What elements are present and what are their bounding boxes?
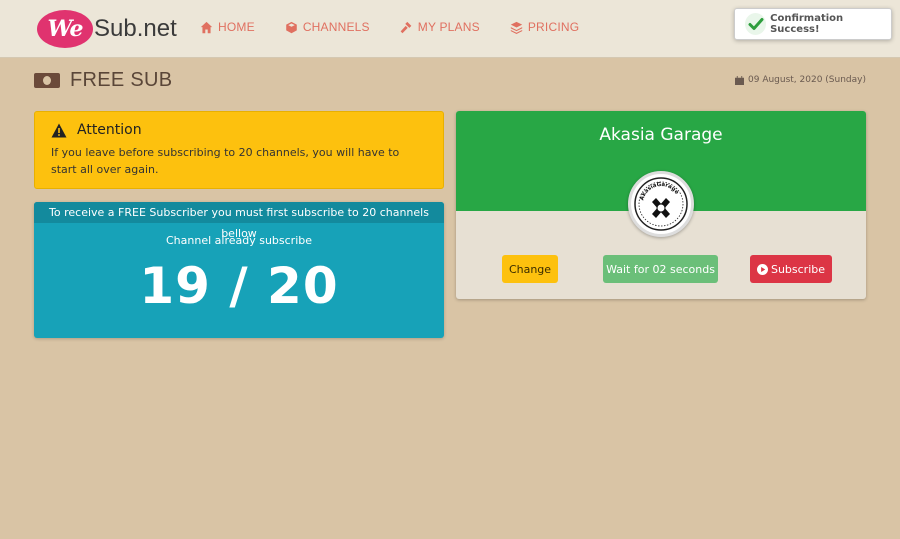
home-icon — [200, 21, 213, 33]
gavel-icon — [400, 21, 412, 33]
main-nav: HOME CHANNELS MY PLANS PRICING — [200, 20, 609, 34]
calendar-icon — [735, 75, 744, 85]
change-channel-button[interactable]: Change — [502, 255, 558, 283]
play-circle-icon — [756, 263, 768, 275]
current-date: 09 August, 2020 (Sunday) — [735, 75, 866, 85]
channel-logo-image: AkasiaGarage — [634, 177, 688, 231]
alert-title: Attention — [77, 122, 142, 138]
nav-pricing-label: PRICING — [527, 20, 580, 34]
wait-timer-button[interactable]: Wait for 02 seconds — [603, 255, 718, 283]
confirmation-toast[interactable]: Confirmation Success! — [734, 8, 892, 40]
alert-body: If you leave before subscribing to 20 ch… — [51, 146, 400, 176]
channel-card-header: Akasia Garage AkasiaGarage — [456, 111, 866, 237]
logo-badge: We — [37, 10, 93, 48]
counter-header: To receive a FREE Subscriber you must fi… — [34, 202, 444, 240]
nav-home-label: HOME — [218, 20, 255, 34]
money-bill-icon — [34, 73, 60, 88]
channel-name: Akasia Garage — [599, 125, 723, 145]
warning-icon — [51, 123, 67, 137]
check-icon — [745, 13, 767, 35]
nav-my-plans[interactable]: MY PLANS — [400, 20, 480, 34]
counter-value: 19 / 20 — [139, 257, 339, 315]
channel-avatar[interactable]: AkasiaGarage — [628, 171, 694, 237]
alert-title-row: Attention — [51, 122, 427, 138]
toast-message: Confirmation Success! — [770, 13, 844, 35]
date-text: 09 August, 2020 (Sunday) — [748, 75, 866, 85]
subscribe-button[interactable]: Subscribe — [750, 255, 832, 283]
layers-icon — [510, 21, 523, 34]
nav-channels-label: CHANNELS — [302, 20, 370, 34]
nav-pricing[interactable]: PRICING — [510, 20, 579, 34]
channel-card: Akasia Garage AkasiaGarage Change Wait f… — [456, 111, 866, 299]
subscribe-label: Subscribe — [770, 262, 826, 276]
nav-home[interactable]: HOME — [200, 20, 255, 34]
attention-alert: Attention If you leave before subscribin… — [34, 111, 444, 189]
site-logo[interactable]: We Sub.net — [37, 9, 177, 49]
nav-my-plans-label: MY PLANS — [417, 20, 480, 34]
subscription-counter-card: To receive a FREE Subscriber you must fi… — [34, 202, 444, 338]
nav-channels[interactable]: CHANNELS — [285, 20, 370, 34]
logo-text: Sub.net — [94, 15, 177, 42]
counter-subtitle: Channel already subscribe — [165, 234, 313, 247]
page-title: FREE SUB — [70, 69, 173, 91]
page-header: FREE SUB — [34, 69, 172, 92]
cube-icon — [286, 21, 297, 33]
